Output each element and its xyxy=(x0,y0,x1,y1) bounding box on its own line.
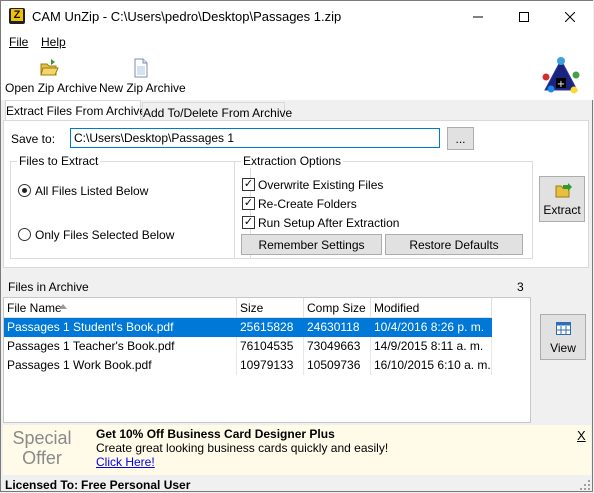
tab-extract-files[interactable]: Extract Files From Archive xyxy=(5,100,146,122)
app-logo-icon: + xyxy=(542,57,580,94)
overwrite-checkbox[interactable]: ✓ xyxy=(242,178,255,191)
run-setup-checkbox[interactable]: ✓ xyxy=(242,216,255,229)
files-in-archive-label: Files in Archive xyxy=(8,280,89,294)
sort-ascending-icon xyxy=(59,304,67,309)
file-list: File Name Size Comp Size Modified Passag… xyxy=(3,297,531,423)
save-to-input[interactable]: C:\Users\Desktop\Passages 1 xyxy=(70,128,440,148)
window-title: CAM UnZip - C:\Users\pedro\Desktop\Passa… xyxy=(32,9,342,24)
offer-headline: Get 10% Off Business Card Designer Plus xyxy=(96,427,335,441)
extract-icon xyxy=(555,183,572,198)
menu-file[interactable]: File xyxy=(9,35,28,49)
run-setup-label[interactable]: Run Setup After Extraction xyxy=(258,216,399,230)
table-row[interactable]: Passages 1 Work Book.pdf 10979133 105097… xyxy=(4,356,492,375)
save-to-label: Save to: xyxy=(11,132,56,146)
close-button[interactable] xyxy=(547,1,593,32)
new-document-icon xyxy=(134,58,148,78)
all-files-label[interactable]: All Files Listed Below xyxy=(35,184,148,198)
view-label: View xyxy=(550,341,576,355)
view-button[interactable]: View xyxy=(540,314,586,360)
list-side-panel: View xyxy=(533,297,589,423)
view-grid-icon xyxy=(556,322,571,335)
menu-help[interactable]: Help xyxy=(41,35,66,49)
toolbar: Open Zip Archive New Zip Archive + xyxy=(1,52,593,100)
menu-bar: File Help xyxy=(1,32,593,52)
extract-button[interactable]: Extract xyxy=(539,176,585,222)
recreate-folders-checkbox[interactable]: ✓ xyxy=(242,197,255,210)
offer-link[interactable]: Click Here! xyxy=(96,455,155,469)
extract-tab-panel: Save to: C:\Users\Desktop\Passages 1 ...… xyxy=(3,120,589,268)
app-zip-icon: Z xyxy=(9,8,25,24)
tab-add-delete[interactable]: Add To/Delete From Archive xyxy=(142,102,292,122)
recreate-folders-label[interactable]: Re-Create Folders xyxy=(258,197,357,211)
column-size[interactable]: Size xyxy=(237,298,304,318)
files-in-archive-header: Files in Archive 3 xyxy=(3,277,589,297)
open-zip-label: Open Zip Archive xyxy=(5,81,98,95)
new-zip-archive-button[interactable]: New Zip Archive xyxy=(99,52,186,98)
all-files-radio[interactable] xyxy=(18,184,31,197)
app-window: Z CAM UnZip - C:\Users\pedro\Desktop\Pas… xyxy=(0,0,593,492)
extraction-options-title: Extraction Options xyxy=(241,154,344,168)
remember-settings-button[interactable]: Remember Settings xyxy=(241,234,382,255)
licensed-to-label: Licensed To: xyxy=(5,478,79,492)
selected-files-label[interactable]: Only Files Selected Below xyxy=(35,228,174,242)
column-file-name[interactable]: File Name xyxy=(4,298,237,318)
selected-files-radio[interactable] xyxy=(18,228,31,241)
open-zip-archive-button[interactable]: Open Zip Archive xyxy=(5,52,98,98)
resize-grip-icon[interactable] xyxy=(580,480,590,490)
column-comp-size[interactable]: Comp Size xyxy=(304,298,371,318)
files-to-extract-group xyxy=(10,161,251,259)
table-row[interactable]: Passages 1 Teacher's Book.pdf 76104535 7… xyxy=(4,337,492,356)
file-count: 3 xyxy=(517,280,524,294)
close-icon xyxy=(565,11,575,22)
restore-defaults-button[interactable]: Restore Defaults xyxy=(385,234,523,255)
svg-text:+: + xyxy=(557,79,565,90)
minimize-button[interactable] xyxy=(455,1,501,32)
extract-label: Extract xyxy=(543,203,581,217)
offer-close-icon[interactable]: X xyxy=(577,428,586,443)
title-bar: Z CAM UnZip - C:\Users\pedro\Desktop\Pas… xyxy=(1,1,593,32)
open-folder-icon xyxy=(40,59,59,76)
overwrite-label[interactable]: Overwrite Existing Files xyxy=(258,178,383,192)
files-to-extract-title: Files to Extract xyxy=(17,154,101,168)
minimize-icon xyxy=(473,16,483,17)
maximize-button[interactable] xyxy=(501,1,547,32)
new-zip-label: New Zip Archive xyxy=(99,81,186,95)
licensed-to-value: Free Personal User xyxy=(81,478,191,492)
browse-button[interactable]: ... xyxy=(447,127,474,150)
maximize-icon xyxy=(519,11,529,22)
offer-body: Create great looking business cards quic… xyxy=(96,441,389,455)
status-bar: Licensed To: Free Personal User xyxy=(1,475,593,493)
special-offer-badge: Special Offer xyxy=(12,428,72,468)
special-offer-banner: Special Offer Get 10% Off Business Card … xyxy=(3,425,591,475)
table-row[interactable]: Passages 1 Student's Book.pdf 25615828 2… xyxy=(4,318,492,337)
column-modified[interactable]: Modified xyxy=(371,298,492,318)
